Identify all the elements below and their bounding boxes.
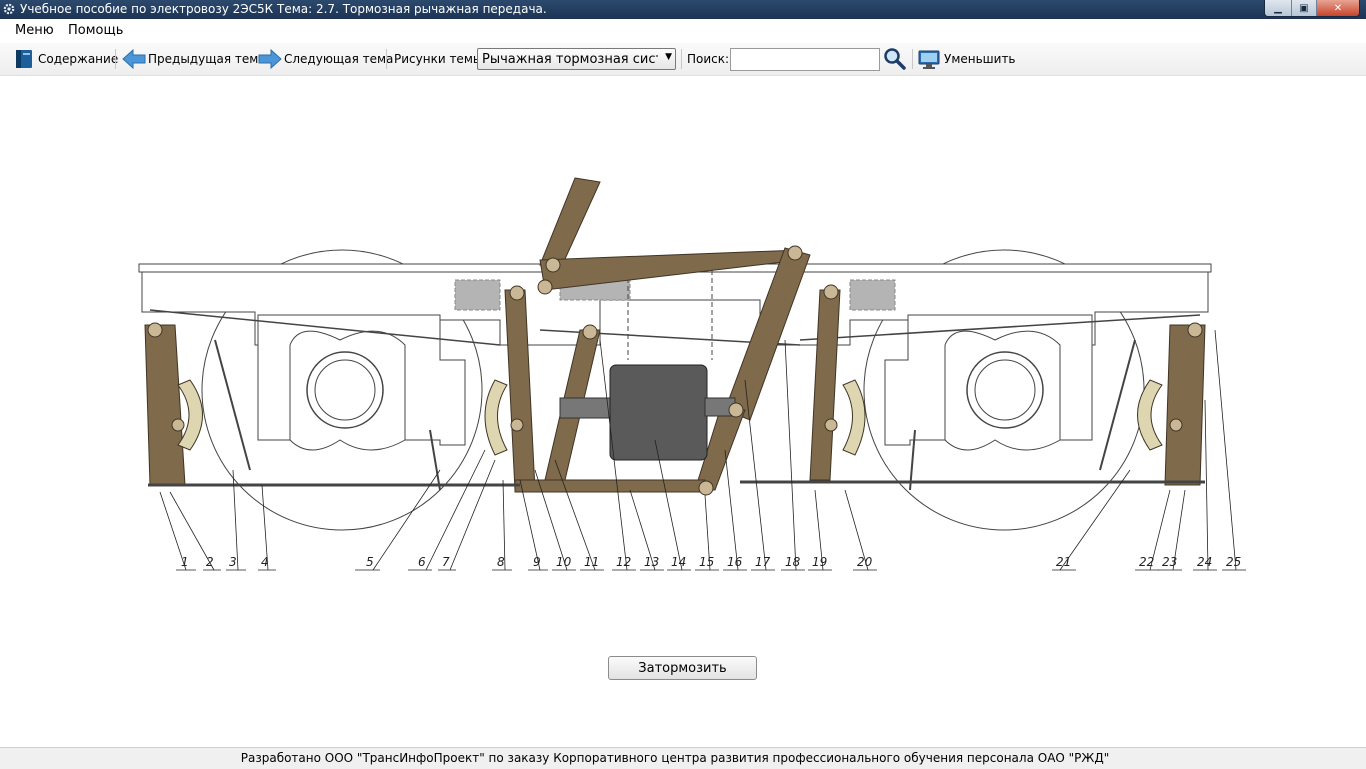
prev-topic-label: Предыдущая тема xyxy=(148,52,266,66)
minimize-button[interactable]: ▁ xyxy=(1265,0,1291,16)
callout-label: 22 xyxy=(1139,555,1154,569)
book-icon xyxy=(16,50,32,68)
menu-bar: Меню Помощь xyxy=(0,19,1366,43)
callout-label: 25 xyxy=(1226,555,1241,569)
callout-label: 10 xyxy=(556,555,572,569)
window-title: Учебное пособие по электровозу 2ЭС5К Тем… xyxy=(20,2,547,16)
callout-label: 5 xyxy=(366,555,374,569)
callout-label: 23 xyxy=(1162,555,1177,569)
shrink-label: Уменьшить xyxy=(944,52,1016,66)
callout-label: 7 xyxy=(442,555,450,569)
magnifier-icon xyxy=(884,48,906,70)
callout-label: 1 xyxy=(181,555,189,569)
menu-item-help[interactable]: Помощь xyxy=(68,23,123,38)
callout-label: 2 xyxy=(206,555,214,569)
callout-label: 3 xyxy=(229,555,237,569)
close-button[interactable]: ✕ xyxy=(1316,0,1359,16)
toolbar-separator xyxy=(912,49,913,69)
arrow-left-icon xyxy=(122,48,146,70)
callout-label: 18 xyxy=(785,555,801,569)
menu-item-menu[interactable]: Меню xyxy=(15,23,54,38)
callout-labels: 1 2 3 4 5 6 7 8 9 10 11 12 13 14 15 16 1… xyxy=(181,555,1241,569)
search-input[interactable] xyxy=(730,48,880,71)
callout-label: 20 xyxy=(857,555,873,569)
callout-label: 21 xyxy=(1056,555,1071,569)
gear-icon xyxy=(3,3,15,15)
callout-label: 16 xyxy=(727,555,743,569)
callout-label: 12 xyxy=(616,555,631,569)
callout-label: 17 xyxy=(755,555,771,569)
contents-label: Содержание xyxy=(38,52,119,66)
brake-lever-diagram: 1 2 3 4 5 6 7 8 9 10 11 12 13 14 15 16 1… xyxy=(138,177,1246,571)
callout-label: 6 xyxy=(418,555,426,569)
callout-label: 14 xyxy=(671,555,686,569)
window-controls: ▁ ▣ ✕ xyxy=(1264,0,1360,17)
maximize-button[interactable]: ▣ xyxy=(1291,0,1316,16)
figures-selected: Рычажная тормозная система xyxy=(482,52,658,67)
toolbar-separator xyxy=(681,49,682,69)
callout-label: 15 xyxy=(699,555,714,569)
status-text: Разработано ООО "ТрансИнфоПроект" по зак… xyxy=(240,751,1110,765)
callout-label: 19 xyxy=(812,555,827,569)
callout-label: 24 xyxy=(1197,555,1212,569)
axlebox-right xyxy=(944,330,1061,451)
next-topic-label: Следующая тема xyxy=(284,52,394,66)
toolbar-separator xyxy=(386,49,387,69)
search-label: Поиск: xyxy=(687,52,730,66)
toolbar-separator xyxy=(115,49,116,69)
contents-button[interactable]: Содержание xyxy=(13,43,118,75)
brake-button[interactable]: Затормозить xyxy=(608,656,757,680)
monitor-icon xyxy=(918,50,940,69)
callout-label: 11 xyxy=(584,555,599,569)
status-bar: Разработано ООО "ТрансИнфоПроект" по зак… xyxy=(0,747,1366,769)
callout-label: 4 xyxy=(261,555,269,569)
axlebox-left xyxy=(289,330,406,451)
search-button[interactable] xyxy=(883,43,907,75)
prev-topic-button[interactable]: Предыдущая тема xyxy=(122,43,266,75)
next-topic-button[interactable]: Следующая тема xyxy=(258,43,393,75)
chevron-down-icon: ▼ xyxy=(665,52,672,62)
figures-label: Рисунки темы xyxy=(394,52,483,66)
callout-label: 8 xyxy=(497,555,505,569)
figures-dropdown[interactable]: Рычажная тормозная система ▼ xyxy=(477,48,676,70)
arrow-right-icon xyxy=(258,48,282,70)
callout-label: 9 xyxy=(533,555,541,569)
toolbar: Содержание Предыдущая тема Следующая тем… xyxy=(0,43,1366,76)
callout-label: 13 xyxy=(644,555,659,569)
title-bar: Учебное пособие по электровозу 2ЭС5К Тем… xyxy=(0,0,1366,19)
shrink-button[interactable]: Уменьшить xyxy=(918,43,1016,75)
